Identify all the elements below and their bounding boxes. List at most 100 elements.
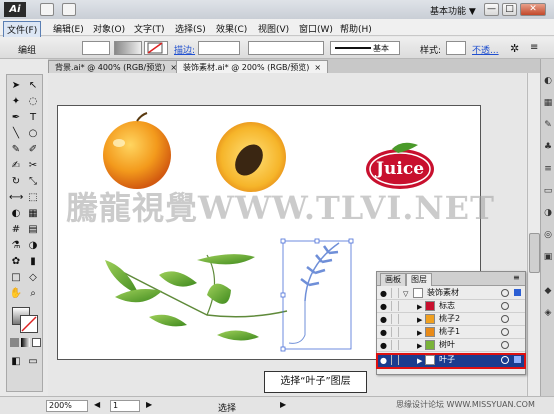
layer-row-tree-leaf[interactable]: ● ▶ 树叶	[377, 339, 525, 352]
close-button[interactable]: ✕	[520, 3, 546, 16]
peach-half[interactable]	[216, 122, 286, 192]
recolor-icon[interactable]: ✲	[510, 42, 524, 56]
expand-triangle-icon[interactable]: ▶	[417, 355, 422, 367]
next-artboard-icon[interactable]: ▶	[146, 400, 152, 409]
scale-tool-icon[interactable]: ⤡	[26, 175, 40, 189]
minimize-button[interactable]: —	[484, 3, 499, 16]
expand-triangle-icon[interactable]: ▶	[417, 314, 422, 326]
gradient-panel-icon[interactable]: ▭	[542, 185, 554, 197]
prev-artboard-icon[interactable]: ◀	[94, 400, 100, 409]
draw-mode-icon[interactable]: ◧	[9, 355, 23, 369]
menu-type[interactable]: 文字(T)	[131, 21, 168, 36]
expand-triangle-icon[interactable]: ▶	[417, 301, 422, 313]
menu-select[interactable]: 选择(S)	[172, 21, 209, 36]
menu-help[interactable]: 帮助(H)	[337, 21, 375, 36]
rotate-tool-icon[interactable]: ↻	[9, 175, 23, 189]
none-mode-icon[interactable]	[32, 338, 41, 347]
align-icon[interactable]: ≡	[530, 42, 544, 56]
target-icon[interactable]	[501, 302, 509, 310]
free-transform-icon[interactable]: ⬚	[26, 191, 40, 205]
expand-triangle-icon[interactable]: ▶	[417, 340, 422, 352]
brush-dropdown[interactable]: 基本	[330, 41, 400, 55]
lock-toggle[interactable]	[391, 327, 399, 337]
expand-triangle-icon[interactable]: ▽	[403, 288, 408, 300]
panel-menu-icon[interactable]: ≡	[513, 273, 520, 282]
zoom-field[interactable]: 200%	[46, 400, 88, 412]
ellipse-tool-icon[interactable]: ○	[26, 127, 40, 141]
layer-row-logo[interactable]: ● ▶ 标志	[377, 300, 525, 313]
perspective-grid-icon[interactable]: ▦	[26, 207, 40, 221]
visibility-eye-icon[interactable]: ●	[380, 288, 387, 300]
transparency-panel-icon[interactable]: ◑	[542, 207, 554, 219]
stroke-color-icon[interactable]	[20, 315, 38, 333]
tab-artboards[interactable]: 画板	[380, 273, 406, 286]
tab-background[interactable]: 背景.ai* @ 400% (RGB/预览) ×	[48, 60, 185, 73]
paintbrush-icon[interactable]: ✎	[9, 143, 23, 157]
artboard-tool-icon[interactable]: □	[9, 271, 23, 285]
gradient-tool-icon[interactable]: ▤	[26, 223, 40, 237]
layer-row-peach1[interactable]: ● ▶ 桃子1	[377, 326, 525, 339]
direct-selection-icon[interactable]: ↖	[26, 79, 40, 93]
pencil-icon[interactable]: ✐	[26, 143, 40, 157]
symbol-sprayer-icon[interactable]: ✿	[9, 255, 23, 269]
stroke-panel-icon[interactable]: ≡	[542, 163, 554, 175]
target-icon[interactable]	[501, 341, 509, 349]
variable-width-dropdown[interactable]	[248, 41, 324, 55]
visibility-eye-icon[interactable]: ●	[380, 340, 387, 352]
menu-view[interactable]: 视图(V)	[255, 21, 292, 36]
maximize-button[interactable]: □	[502, 3, 517, 16]
hand-tool-icon[interactable]: ✋	[9, 287, 23, 301]
close-icon[interactable]: ×	[314, 63, 321, 72]
menu-effect[interactable]: 效果(C)	[213, 21, 250, 36]
symbols-panel-icon[interactable]: ♣	[542, 141, 554, 153]
arrange-icon[interactable]	[62, 3, 76, 16]
workspace-switcher[interactable]: 基本功能 ▼	[430, 4, 476, 17]
stroke-link[interactable]: 描边:	[174, 43, 195, 56]
expand-triangle-icon[interactable]: ▶	[417, 327, 422, 339]
opacity-link[interactable]: 不透...	[472, 43, 499, 56]
fill-swatch[interactable]	[82, 41, 110, 55]
lock-toggle[interactable]	[391, 314, 399, 324]
appearance-panel-icon[interactable]: ◎	[542, 229, 554, 241]
lock-toggle[interactable]	[391, 288, 399, 298]
scissors-icon[interactable]: ✂	[26, 159, 40, 173]
visibility-eye-icon[interactable]: ●	[380, 314, 387, 326]
shape-builder-icon[interactable]: ◐	[9, 207, 23, 221]
swatches-panel-icon[interactable]: ▦	[542, 97, 554, 109]
lock-toggle[interactable]	[391, 301, 399, 311]
menu-file[interactable]: 文件(F)	[3, 21, 42, 38]
blend-tool-icon[interactable]: ◑	[26, 239, 40, 253]
visibility-eye-icon[interactable]: ●	[380, 327, 387, 339]
pen-tool-icon[interactable]: ✒	[9, 111, 23, 125]
tab-decor-material[interactable]: 装饰素材.ai* @ 200% (RGB/预览) ×	[176, 60, 329, 73]
eyedropper-icon[interactable]: ⚗	[9, 239, 23, 253]
artboards-panel-icon[interactable]: ◈	[542, 307, 554, 319]
leaf-branch[interactable]	[105, 254, 288, 341]
slice-tool-icon[interactable]: ◇	[26, 271, 40, 285]
graphic-styles-icon[interactable]: ▣	[542, 251, 554, 263]
layer-row-peach2[interactable]: ● ▶ 桃子2	[377, 313, 525, 326]
screen-mode-icon[interactable]: ▭	[26, 355, 40, 369]
visibility-eye-icon[interactable]: ●	[380, 355, 387, 367]
magic-wand-icon[interactable]: ✦	[9, 95, 23, 109]
tab-layers[interactable]: 图层	[406, 273, 432, 286]
target-icon[interactable]	[501, 328, 509, 336]
visibility-eye-icon[interactable]: ●	[380, 301, 387, 313]
menu-edit[interactable]: 编辑(E)	[50, 21, 87, 36]
lasso-icon[interactable]: ◌	[26, 95, 40, 109]
width-tool-icon[interactable]: ⟷	[9, 191, 23, 205]
lock-toggle[interactable]	[391, 340, 399, 350]
selection-tool-icon[interactable]: ➤	[9, 79, 23, 93]
zoom-tool-icon[interactable]: ⌕	[26, 287, 40, 301]
layer-row-leaf-selected[interactable]: ● ▶ 叶子	[376, 353, 526, 369]
stroke-swatch[interactable]	[144, 41, 168, 55]
target-icon[interactable]	[501, 356, 509, 364]
selected-leaf-sprig[interactable]	[280, 238, 354, 352]
stroke-weight-field[interactable]	[198, 41, 240, 55]
color-mode-icon[interactable]	[10, 338, 19, 347]
type-tool-icon[interactable]: T	[26, 111, 40, 125]
target-icon[interactable]	[501, 289, 509, 297]
color-panel-icon[interactable]: ◐	[542, 75, 554, 87]
line-tool-icon[interactable]: ╲	[9, 127, 23, 141]
mesh-tool-icon[interactable]: #	[9, 223, 23, 237]
